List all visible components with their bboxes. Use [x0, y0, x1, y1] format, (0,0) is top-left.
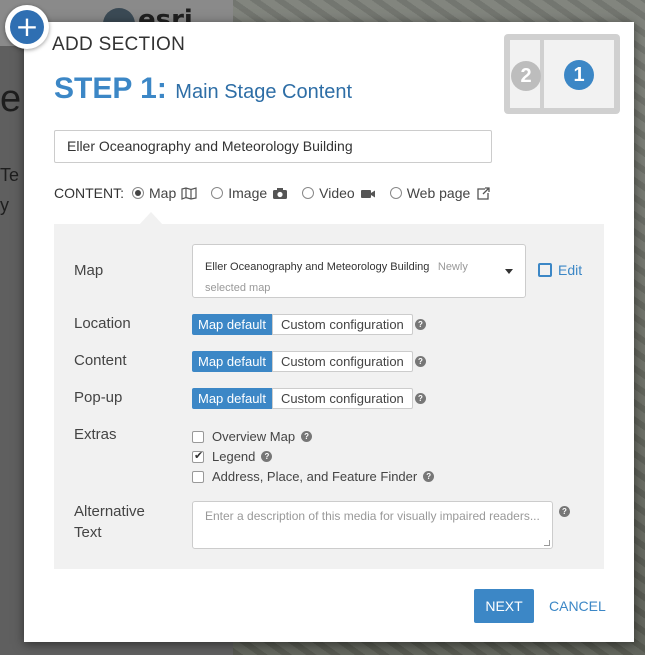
legend-checkbox[interactable]: Legend ?: [192, 449, 273, 464]
layout-side-panel: 2: [510, 40, 541, 108]
external-link-icon: [477, 186, 490, 200]
chevron-down-icon: [505, 269, 513, 274]
option-label: Map: [149, 185, 177, 201]
plus-icon: +: [10, 10, 44, 44]
alt-text-textarea[interactable]: Enter a description of this media for vi…: [192, 501, 553, 549]
image-radio[interactable]: [211, 187, 224, 199]
map-options-panel: Map Eller Oceanography and Meteorology B…: [54, 224, 604, 569]
checkbox[interactable]: [192, 449, 204, 463]
content-type-selector: CONTENT: Map Image Video Web page: [54, 185, 505, 201]
content-row-label: Content: [74, 352, 127, 369]
edit-map-button[interactable]: Edit: [538, 262, 582, 278]
selected-map-name: Eller Oceanography and Meteorology Build…: [205, 261, 430, 273]
extras-label: Extras: [74, 426, 117, 443]
help-icon[interactable]: ?: [423, 471, 435, 482]
step-number: STEP 1:: [54, 72, 167, 105]
overview-map-checkbox[interactable]: Overview Map ?: [192, 429, 313, 444]
background-text: Te: [0, 165, 20, 185]
section-title-input[interactable]: Eller Oceanography and Meteorology Build…: [54, 130, 492, 163]
checkbox-label: Legend: [212, 449, 256, 464]
popup-toggle: Map default Custom configuration: [192, 388, 413, 409]
finder-checkbox[interactable]: Address, Place, and Feature Finder ?: [192, 469, 435, 484]
camera-icon: [273, 187, 288, 199]
content-toggle: Map default Custom configuration: [192, 351, 413, 372]
next-button[interactable]: NEXT: [474, 589, 534, 623]
location-map-default-button[interactable]: Map default: [192, 314, 272, 335]
location-custom-config-button[interactable]: Custom configuration: [271, 314, 413, 335]
content-option-map[interactable]: Map: [132, 185, 197, 201]
alt-text-help-icon[interactable]: ?: [559, 506, 570, 517]
video-radio[interactable]: [302, 187, 315, 199]
content-custom-config-button[interactable]: Custom configuration: [271, 351, 413, 372]
resize-handle-icon[interactable]: [544, 540, 550, 546]
location-help-icon[interactable]: ?: [415, 319, 426, 330]
map-select-dropdown[interactable]: Eller Oceanography and Meteorology Build…: [192, 244, 526, 298]
checkbox[interactable]: [192, 430, 204, 443]
help-icon[interactable]: ?: [301, 431, 313, 442]
content-option-image[interactable]: Image: [211, 185, 288, 201]
option-label: Video: [319, 185, 355, 201]
cancel-button[interactable]: CANCEL: [549, 589, 606, 623]
popup-map-default-button[interactable]: Map default: [192, 388, 272, 409]
popup-custom-config-button[interactable]: Custom configuration: [271, 388, 413, 409]
edit-icon: [538, 263, 552, 277]
checkbox[interactable]: [192, 470, 204, 483]
alt-text-placeholder: Enter a description of this media for vi…: [205, 509, 540, 523]
help-icon[interactable]: ?: [261, 451, 273, 462]
alt-text-label-line2: Text: [74, 524, 102, 541]
layout-panel-number: 2: [511, 61, 541, 91]
checkbox-label: Overview Map: [212, 429, 296, 444]
background-text: y: [0, 195, 9, 215]
edit-label: Edit: [558, 262, 583, 278]
content-option-video[interactable]: Video: [302, 185, 376, 201]
checkbox-label: Address, Place, and Feature Finder: [212, 469, 418, 484]
location-label: Location: [74, 315, 131, 332]
popup-label: Pop-up: [74, 389, 123, 406]
location-toggle: Map default Custom configuration: [192, 314, 413, 335]
web-page-radio[interactable]: [389, 187, 402, 199]
content-help-icon[interactable]: ?: [415, 356, 426, 367]
layout-stage-number: 1: [564, 60, 594, 90]
content-label: CONTENT:: [54, 185, 124, 201]
step-heading: STEP 1: Main Stage Content: [54, 72, 352, 106]
video-icon: [360, 189, 375, 198]
popup-help-icon[interactable]: ?: [415, 393, 426, 404]
add-section-dialog: ADD SECTION STEP 1: Main Stage Content 2…: [24, 22, 634, 642]
step-subtitle: Main Stage Content: [175, 81, 353, 103]
add-section-badge: +: [5, 5, 49, 49]
map-icon: [181, 186, 197, 200]
content-map-default-button[interactable]: Map default: [192, 351, 272, 372]
alt-text-label-line1: Alternative: [74, 503, 145, 520]
option-label: Web page: [406, 185, 471, 201]
map-label: Map: [74, 262, 104, 279]
map-radio[interactable]: [132, 187, 144, 199]
option-label: Image: [228, 185, 268, 201]
background-text: e: [0, 78, 22, 120]
layout-main-stage: 1: [544, 40, 614, 108]
dialog-title: ADD SECTION: [52, 34, 186, 55]
content-option-web-page[interactable]: Web page: [389, 185, 492, 201]
layout-thumbnail: 2 1: [504, 34, 620, 114]
